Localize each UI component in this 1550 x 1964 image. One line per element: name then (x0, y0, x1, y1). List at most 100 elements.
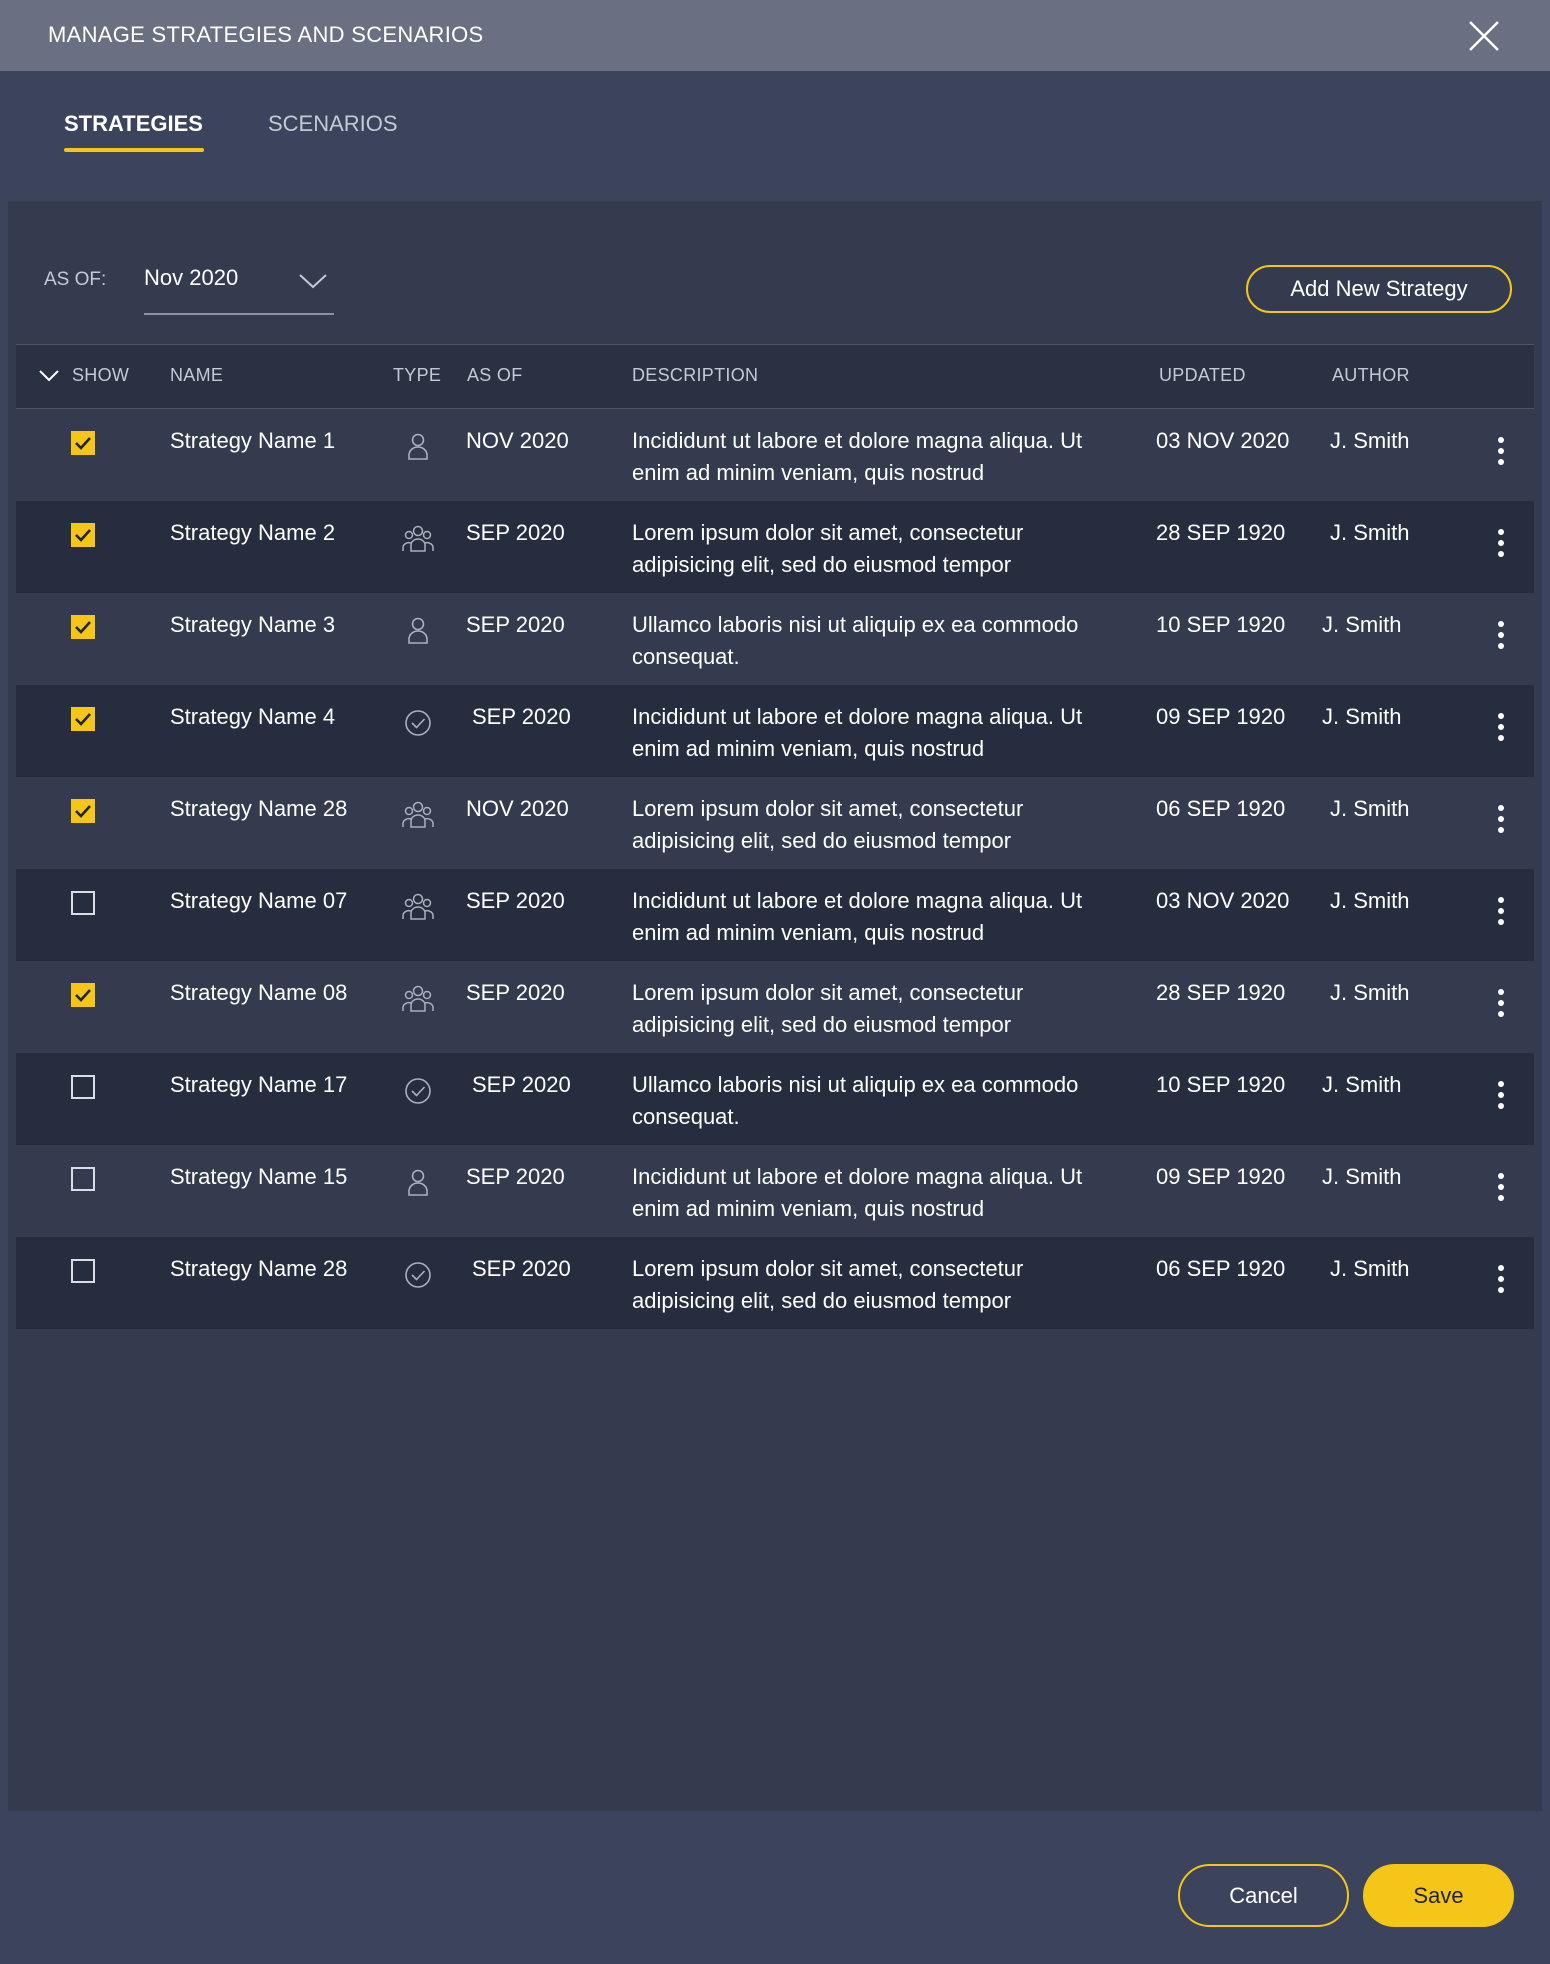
show-checkbox[interactable] (71, 431, 95, 455)
more-options-icon[interactable] (1495, 433, 1507, 469)
more-options-icon[interactable] (1495, 709, 1507, 745)
strategy-name[interactable]: Strategy Name 08 (170, 977, 347, 1009)
description-cell: Incididunt ut labore et dolore magna ali… (632, 704, 1083, 761)
column-header-updated[interactable]: UPDATED (1159, 365, 1246, 386)
check-circle-icon (400, 1257, 436, 1293)
description-cell: Ullamco laboris nisi ut aliquip ex ea co… (632, 1072, 1079, 1129)
strategy-name[interactable]: Strategy Name 3 (170, 609, 335, 641)
show-checkbox[interactable] (71, 1075, 95, 1099)
updated-cell: 10 SEP 1920 (1156, 1072, 1286, 1097)
table-row[interactable]: Strategy Name 17 SEP 2020 Ullamco laboris … (16, 1053, 1534, 1145)
table-row[interactable]: Strategy Name 15 SEP 2020 Incididunt ut la… (16, 1145, 1534, 1237)
show-checkbox[interactable] (71, 891, 95, 915)
show-checkbox[interactable] (71, 983, 95, 1007)
active-tab-indicator (64, 148, 204, 152)
column-header-show[interactable]: SHOW (72, 365, 129, 386)
table-header: SHOW NAME TYPE AS OF DESCRIPTION UPDATED… (16, 344, 1534, 409)
group-icon (400, 889, 436, 925)
more-options-icon[interactable] (1495, 1077, 1507, 1113)
table-row[interactable]: Strategy Name 3 SEP 2020 Ullamco laboris n… (16, 593, 1534, 685)
add-new-strategy-button[interactable]: Add New Strategy (1246, 265, 1512, 313)
checkmark-icon (75, 713, 91, 726)
strategies-table: SHOW NAME TYPE AS OF DESCRIPTION UPDATED… (16, 344, 1534, 1329)
strategy-name[interactable]: Strategy Name 07 (170, 885, 347, 917)
more-options-icon[interactable] (1495, 1261, 1507, 1297)
strategy-name[interactable]: Strategy Name 28 (170, 1253, 347, 1285)
column-header-as-of[interactable]: AS OF (467, 365, 523, 386)
save-button[interactable]: Save (1363, 1864, 1514, 1927)
updated-cell: 28 SEP 1920 (1156, 520, 1286, 545)
show-checkbox[interactable] (71, 615, 95, 639)
strategy-name[interactable]: Strategy Name 1 (170, 425, 335, 457)
author-cell: J. Smith (1322, 1164, 1402, 1189)
checkmark-icon (75, 805, 91, 818)
column-header-type[interactable]: TYPE (393, 365, 441, 386)
description-cell: Lorem ipsum dolor sit amet, consectetur … (632, 796, 1024, 853)
description-cell: Lorem ipsum dolor sit amet, consectetur … (632, 980, 1024, 1037)
table-row[interactable]: Strategy Name 2 SEP 2020 Lorem ipsum dolor… (16, 501, 1534, 593)
as-of-cell: SEP 2020 (466, 888, 565, 913)
person-icon (400, 429, 436, 465)
description-cell: Ullamco laboris nisi ut aliquip ex ea co… (632, 612, 1079, 669)
chevron-down-icon (299, 274, 327, 289)
tab-strategies[interactable]: STRATEGIES (64, 111, 203, 137)
column-header-name[interactable]: NAME (170, 365, 223, 386)
more-options-icon[interactable] (1495, 617, 1507, 653)
as-of-cell: NOV 2020 (466, 796, 569, 821)
more-options-icon[interactable] (1495, 1169, 1507, 1205)
more-options-icon[interactable] (1495, 801, 1507, 837)
as-of-dropdown[interactable]: Nov 2020 (144, 257, 334, 315)
more-options-icon[interactable] (1495, 985, 1507, 1021)
author-cell: J. Smith (1322, 1072, 1402, 1097)
group-icon (400, 797, 436, 833)
as-of-cell: SEP 2020 (466, 1164, 565, 1189)
as-of-cell: NOV 2020 (466, 428, 569, 453)
more-options-icon[interactable] (1495, 525, 1507, 561)
show-checkbox[interactable] (71, 799, 95, 823)
tab-scenarios[interactable]: SCENARIOS (268, 111, 398, 137)
description-cell: Incididunt ut labore et dolore magna ali… (632, 428, 1083, 485)
strategy-name[interactable]: Strategy Name 15 (170, 1161, 347, 1193)
updated-cell: 09 SEP 1920 (1156, 704, 1286, 729)
column-header-author[interactable]: AUTHOR (1332, 365, 1410, 386)
author-cell: J. Smith (1322, 612, 1402, 637)
person-icon (400, 1165, 436, 1201)
group-icon (400, 521, 436, 557)
close-icon[interactable] (1466, 18, 1502, 54)
strategy-name[interactable]: Strategy Name 4 (170, 701, 335, 733)
strategy-name[interactable]: Strategy Name 2 (170, 517, 335, 549)
column-header-description[interactable]: DESCRIPTION (632, 365, 758, 386)
updated-cell: 03 NOV 2020 (1156, 428, 1290, 453)
checkmark-icon (75, 989, 91, 1002)
strategies-panel: AS OF: Nov 2020 Add New Strategy SHOW NA… (8, 201, 1542, 1811)
more-options-icon[interactable] (1495, 893, 1507, 929)
updated-cell: 28 SEP 1920 (1156, 980, 1286, 1005)
show-checkbox[interactable] (71, 523, 95, 547)
table-row[interactable]: Strategy Name 28 SEP 2020 Lorem ipsum dolo… (16, 1237, 1534, 1329)
description-cell: Lorem ipsum dolor sit amet, consectetur … (632, 1256, 1024, 1313)
table-row[interactable]: Strategy Name 28 NOV 2020 Lorem ipsum dolo… (16, 777, 1534, 869)
cancel-button[interactable]: Cancel (1178, 1864, 1349, 1927)
author-cell: J. Smith (1330, 888, 1410, 913)
as-of-cell: SEP 2020 (466, 520, 565, 545)
table-row[interactable]: Strategy Name 4 SEP 2020 Incididunt ut lab… (16, 685, 1534, 777)
show-checkbox[interactable] (71, 1167, 95, 1191)
author-cell: J. Smith (1330, 980, 1410, 1005)
check-circle-icon (400, 1073, 436, 1109)
show-checkbox[interactable] (71, 707, 95, 731)
chevron-down-icon[interactable] (38, 369, 60, 383)
table-row[interactable]: Strategy Name 07 SEP 2020 Incididunt ut la… (16, 869, 1534, 961)
dialog-title: MANAGE STRATEGIES AND SCENARIOS (48, 22, 484, 47)
strategy-name[interactable]: Strategy Name 28 (170, 793, 347, 825)
table-row[interactable]: Strategy Name 1 NOV 2020 Incididunt ut lab… (16, 409, 1534, 501)
dialog-titlebar: MANAGE STRATEGIES AND SCENARIOS (0, 0, 1550, 71)
as-of-cell: SEP 2020 (472, 1072, 571, 1097)
check-circle-icon (400, 705, 436, 741)
table-body: Strategy Name 1 NOV 2020 Incididunt ut lab… (16, 409, 1534, 1329)
table-row[interactable]: Strategy Name 08 SEP 2020 Lorem ipsum dolo… (16, 961, 1534, 1053)
show-checkbox[interactable] (71, 1259, 95, 1283)
manage-dialog: MANAGE STRATEGIES AND SCENARIOS STRATEGI… (0, 0, 1550, 1964)
description-cell: Incididunt ut labore et dolore magna ali… (632, 1164, 1083, 1221)
author-cell: J. Smith (1330, 520, 1410, 545)
strategy-name[interactable]: Strategy Name 17 (170, 1069, 347, 1101)
